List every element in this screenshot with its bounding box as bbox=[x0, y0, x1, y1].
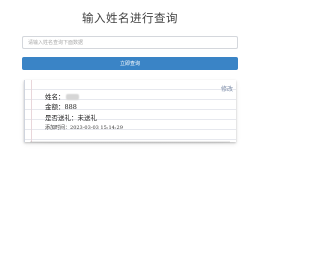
result-card: 修改 姓名： 金额：888 是否送礼：未送礼 添加时间：2023-03-03 1… bbox=[24, 80, 236, 142]
name-row: 姓名： bbox=[45, 91, 79, 101]
amount-value: 888 bbox=[64, 103, 77, 111]
name-label: 姓名： bbox=[45, 93, 65, 101]
gift-status-label: 是否送礼： bbox=[45, 114, 78, 122]
amount-row: 金额：888 bbox=[45, 101, 77, 111]
app-root: 输入姓名进行查询 立即查询 修改 姓名： 金额：888 是否送礼：未送礼 添加时… bbox=[0, 0, 260, 260]
added-time-row: 添加时间：2023-03-03 15:14:29 bbox=[45, 124, 123, 131]
name-value-redacted bbox=[65, 94, 79, 100]
search-input[interactable] bbox=[22, 36, 238, 49]
gift-status-row: 是否送礼：未送礼 bbox=[45, 112, 97, 122]
gift-status-value: 未送礼 bbox=[77, 114, 98, 122]
card-shadow bbox=[30, 141, 230, 144]
page-title: 输入姓名进行查询 bbox=[82, 11, 178, 25]
added-time-label: 添加时间： bbox=[45, 125, 71, 131]
amount-label: 金额： bbox=[45, 103, 65, 111]
added-time-value: 2023-03-03 15:14:29 bbox=[70, 125, 123, 131]
edit-link[interactable]: 修改 bbox=[221, 84, 233, 93]
query-button[interactable]: 立即查询 bbox=[22, 57, 238, 70]
